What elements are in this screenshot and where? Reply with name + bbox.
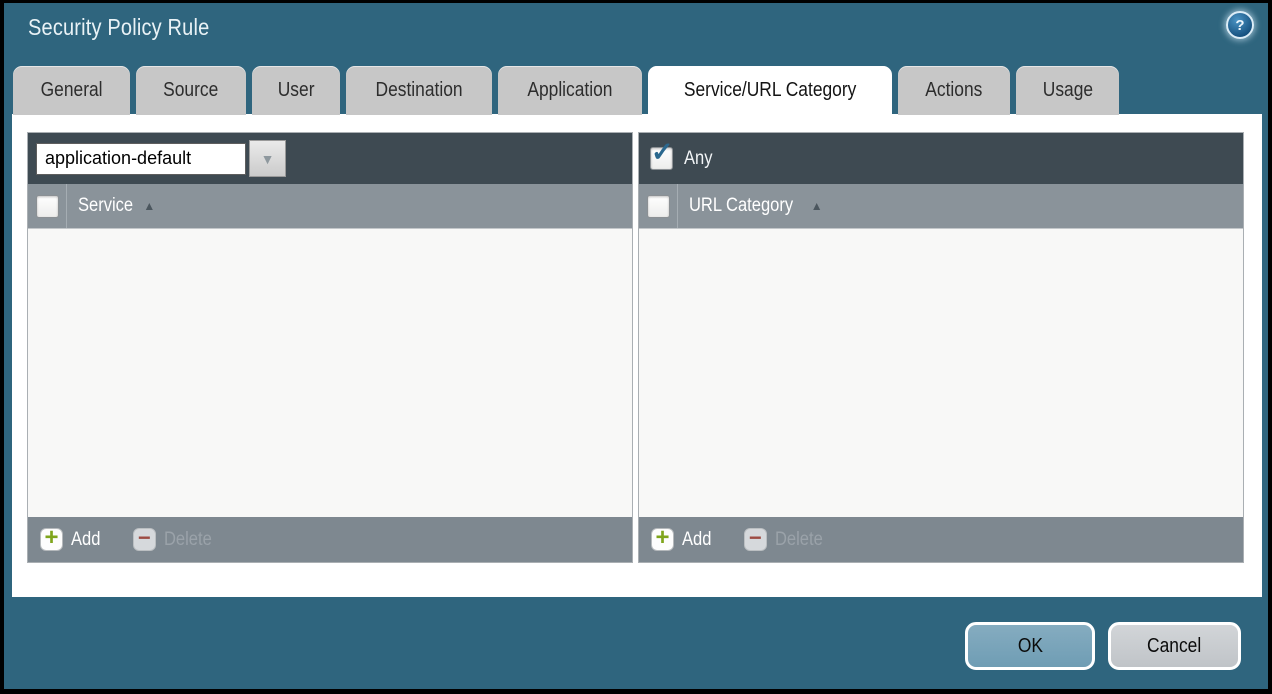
question-mark-glyph: ?	[1235, 17, 1244, 34]
url-category-panel: ✓ Any URL Category ▲ + Add	[638, 132, 1244, 563]
url-category-select-all-checkbox[interactable]	[647, 195, 670, 218]
any-checkbox[interactable]: ✓	[650, 147, 673, 170]
tab-bar: General Source User Destination Applicat…	[13, 66, 1119, 115]
service-toolbar: application-default ▼	[28, 133, 632, 184]
url-category-column-header-row: URL Category ▲	[639, 184, 1243, 229]
tab-user[interactable]: User	[252, 66, 340, 115]
checkmark-icon: ✓	[651, 139, 674, 166]
service-footer: + Add − Delete	[28, 517, 632, 562]
service-column-header-row: Service ▲	[28, 184, 632, 229]
url-category-add-button[interactable]: + Add	[651, 528, 716, 551]
any-label: Any	[684, 148, 712, 170]
service-dropdown-button[interactable]: ▼	[249, 140, 286, 177]
add-plus-icon: +	[40, 528, 63, 551]
security-policy-rule-dialog: Security Policy Rule ? General Source Us…	[0, 0, 1272, 694]
service-delete-button[interactable]: − Delete	[133, 528, 219, 551]
dialog-title: Security Policy Rule	[28, 14, 209, 41]
service-dropdown[interactable]: application-default ▼	[36, 140, 286, 177]
sort-ascending-icon: ▲	[143, 200, 155, 212]
delete-minus-icon: −	[133, 528, 156, 551]
add-plus-icon: +	[651, 528, 674, 551]
tab-actions[interactable]: Actions	[898, 66, 1010, 115]
url-category-delete-button[interactable]: − Delete	[744, 528, 830, 551]
service-column-header[interactable]: Service ▲	[78, 195, 155, 217]
service-dropdown-value[interactable]: application-default	[36, 143, 246, 175]
delete-minus-icon: −	[744, 528, 767, 551]
chevron-down-icon: ▼	[261, 152, 275, 166]
ok-button[interactable]: OK	[965, 622, 1095, 670]
url-category-footer: + Add − Delete	[639, 517, 1243, 562]
url-category-column-header[interactable]: URL Category ▲	[689, 195, 823, 217]
tab-service-url-category[interactable]: Service/URL Category	[648, 66, 892, 115]
sort-ascending-icon: ▲	[811, 200, 823, 212]
dialog-button-row: OK Cancel	[965, 622, 1241, 670]
url-category-toolbar: ✓ Any	[639, 133, 1243, 184]
url-category-select-all-cell	[639, 184, 678, 228]
tab-application[interactable]: Application	[498, 66, 642, 115]
help-icon[interactable]: ?	[1226, 11, 1254, 39]
tab-usage[interactable]: Usage	[1016, 66, 1120, 115]
dialog-body: application-default ▼ Service ▲ +	[12, 114, 1262, 597]
cancel-button[interactable]: Cancel	[1108, 622, 1241, 670]
tab-source[interactable]: Source	[136, 66, 245, 115]
service-list	[28, 229, 632, 517]
url-category-list	[639, 229, 1243, 517]
service-select-all-checkbox[interactable]	[36, 195, 59, 218]
tab-destination[interactable]: Destination	[346, 66, 492, 115]
service-add-button[interactable]: + Add	[40, 528, 105, 551]
tab-general[interactable]: General	[13, 66, 130, 115]
service-panel: application-default ▼ Service ▲ +	[27, 132, 633, 563]
service-select-all-cell	[28, 184, 67, 228]
